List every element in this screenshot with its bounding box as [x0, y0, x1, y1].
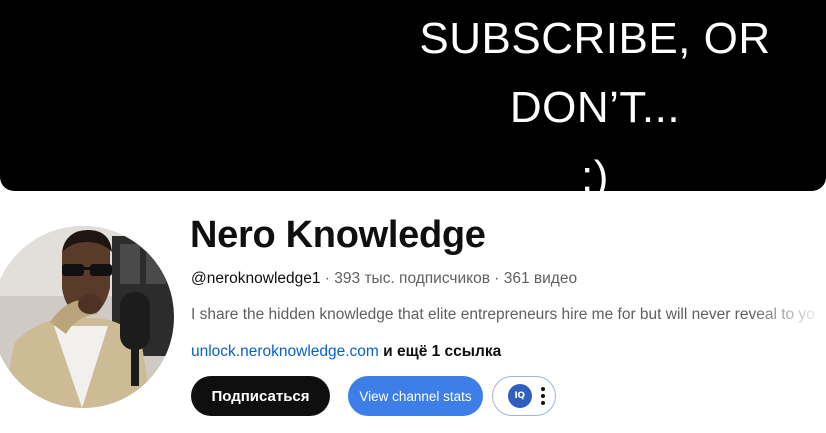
more-links-button[interactable]: и ещё 1 ссылка	[383, 343, 501, 360]
channel-links: unlock.neroknowledge.com и ещё 1 ссылка	[191, 343, 501, 361]
avatar-photo	[0, 226, 174, 408]
channel-meta: @neroknowledge1 · 393 тыс. подписчиков ·…	[191, 270, 577, 288]
channel-banner: SUBSCRIBE, OR DON’T... ;)	[0, 0, 826, 191]
banner-line-3: ;)	[581, 152, 609, 191]
meta-separator: ·	[489, 270, 504, 287]
more-options-icon[interactable]	[540, 387, 545, 405]
view-channel-stats-button[interactable]: View channel stats	[348, 376, 483, 416]
subscribe-button[interactable]: Подписаться	[191, 376, 330, 416]
banner-text: SUBSCRIBE, OR DON’T... ;)	[380, 4, 810, 191]
channel-name: Nero Knowledge	[190, 214, 486, 256]
channel-description[interactable]: I share the hidden knowledge that elite …	[191, 306, 826, 324]
channel-link[interactable]: unlock.neroknowledge.com	[191, 343, 379, 360]
banner-line-1: SUBSCRIBE, OR	[419, 14, 771, 63]
subscriber-count: 393 тыс. подписчиков	[334, 270, 490, 287]
meta-separator: ·	[320, 270, 335, 287]
channel-avatar[interactable]	[0, 226, 174, 408]
video-count: 361 видео	[503, 270, 578, 287]
banner-line-2: DON’T...	[509, 83, 681, 132]
extension-menu-button[interactable]: IQ	[492, 376, 556, 416]
extension-logo-icon: IQ	[507, 384, 532, 408]
extension-badge-label: IQ	[514, 391, 526, 401]
channel-handle: @neroknowledge1	[191, 270, 321, 287]
